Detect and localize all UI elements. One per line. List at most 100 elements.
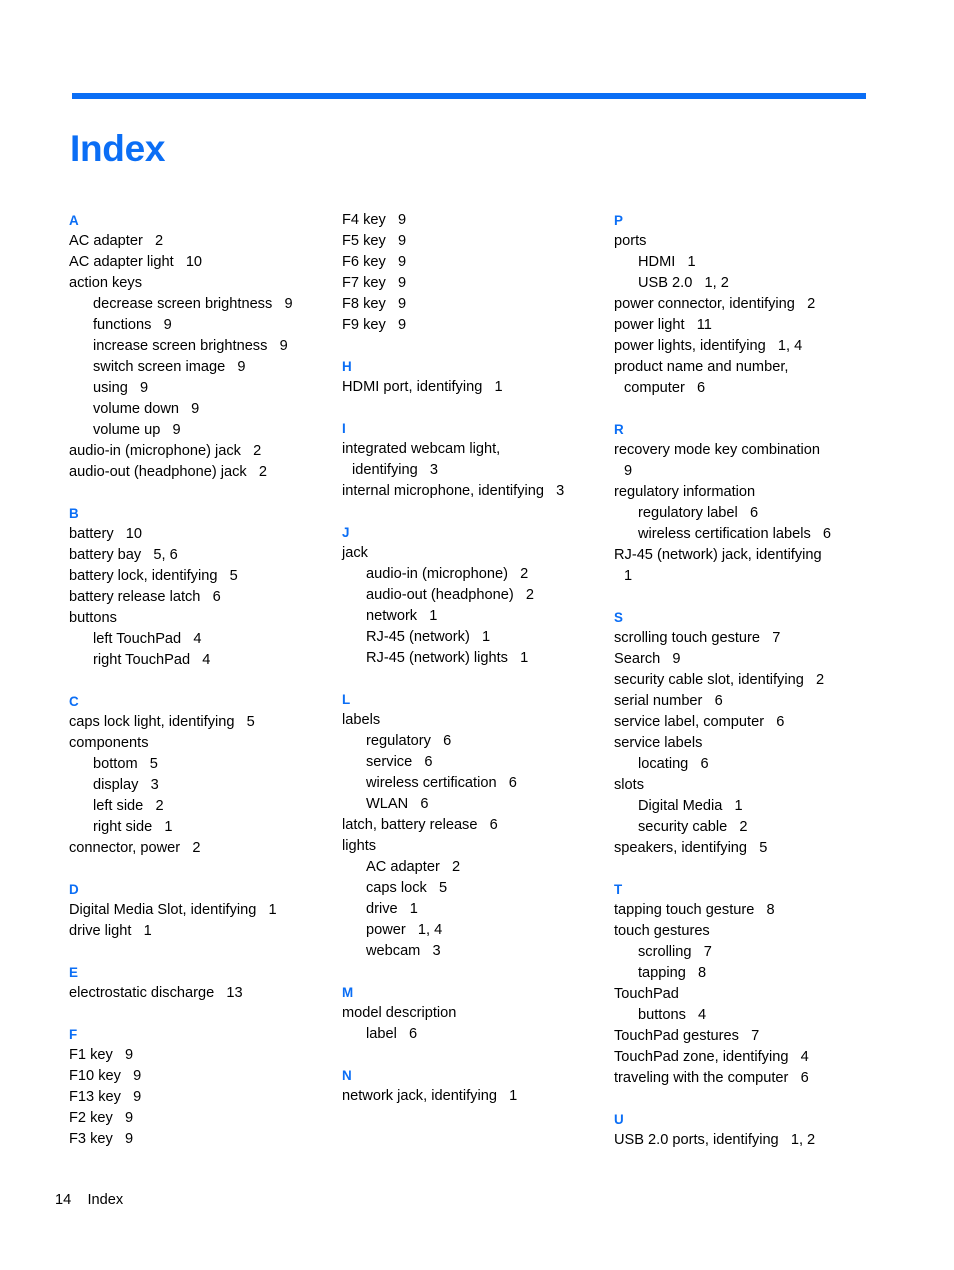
- index-entry[interactable]: recovery mode key combination 9: [614, 440, 904, 482]
- index-entry[interactable]: components: [69, 733, 331, 754]
- index-entry[interactable]: F1 key 9: [69, 1045, 331, 1066]
- index-entry[interactable]: integrated webcam light, identifying 3: [342, 439, 610, 481]
- index-entry[interactable]: scrolling touch gesture 7: [614, 628, 904, 649]
- index-subentry[interactable]: switch screen image 9: [69, 357, 331, 378]
- index-entry[interactable]: caps lock light, identifying 5: [69, 712, 331, 733]
- index-entry[interactable]: lights: [342, 836, 610, 857]
- index-subentry[interactable]: left side 2: [69, 796, 331, 817]
- index-entry[interactable]: buttons: [69, 608, 331, 629]
- index-entry[interactable]: AC adapter light 10: [69, 252, 331, 273]
- index-entry-text: RJ-45 (network): [366, 629, 470, 645]
- index-entry[interactable]: speakers, identifying 5: [614, 838, 904, 859]
- index-subentry[interactable]: WLAN 6: [342, 794, 610, 815]
- index-entry[interactable]: latch, battery release 6: [342, 815, 610, 836]
- index-entry[interactable]: F6 key 9: [342, 252, 610, 273]
- index-subentry[interactable]: regulatory 6: [342, 731, 610, 752]
- index-subentry[interactable]: wireless certification 6: [342, 773, 610, 794]
- index-subentry[interactable]: regulatory label 6: [614, 503, 904, 524]
- index-entry[interactable]: F8 key 9: [342, 294, 610, 315]
- index-entry[interactable]: touch gestures: [614, 921, 904, 942]
- index-subentry[interactable]: AC adapter 2: [342, 857, 610, 878]
- index-subentry[interactable]: display 3: [69, 775, 331, 796]
- index-subentry[interactable]: bottom 5: [69, 754, 331, 775]
- index-entry[interactable]: HDMI port, identifying 1: [342, 377, 610, 398]
- index-subentry[interactable]: USB 2.0 1, 2: [614, 273, 904, 294]
- index-entry[interactable]: tapping touch gesture 8: [614, 900, 904, 921]
- index-entry[interactable]: power connector, identifying 2: [614, 294, 904, 315]
- index-subentry[interactable]: Digital Media 1: [614, 796, 904, 817]
- index-section: H HDMI port, identifying 1: [342, 356, 610, 398]
- index-entry[interactable]: F10 key 9: [69, 1066, 331, 1087]
- index-entry[interactable]: Digital Media Slot, identifying 1: [69, 900, 331, 921]
- index-subentry[interactable]: functions 9: [69, 315, 331, 336]
- index-entry[interactable]: electrostatic discharge 13: [69, 983, 331, 1004]
- index-entry[interactable]: service labels: [614, 733, 904, 754]
- index-entry[interactable]: Search 9: [614, 649, 904, 670]
- index-entry[interactable]: TouchPad gestures 7: [614, 1026, 904, 1047]
- index-subentry[interactable]: audio-out (headphone) 2: [342, 585, 610, 606]
- index-entry[interactable]: audio-in (microphone) jack 2: [69, 441, 331, 462]
- index-entry[interactable]: drive light 1: [69, 921, 331, 942]
- index-entry[interactable]: product name and number, computer 6: [614, 357, 904, 399]
- index-subentry[interactable]: RJ-45 (network) 1: [342, 627, 610, 648]
- index-subentry[interactable]: buttons 4: [614, 1005, 904, 1026]
- index-entry[interactable]: service label, computer 6: [614, 712, 904, 733]
- index-entry[interactable]: battery lock, identifying 5: [69, 566, 331, 587]
- index-subentry[interactable]: left TouchPad 4: [69, 629, 331, 650]
- index-entry[interactable]: battery 10: [69, 524, 331, 545]
- index-entry[interactable]: F7 key 9: [342, 273, 610, 294]
- index-entry[interactable]: jack: [342, 543, 610, 564]
- index-subentry[interactable]: volume up 9: [69, 420, 331, 441]
- index-subentry[interactable]: tapping 8: [614, 963, 904, 984]
- index-subentry[interactable]: power 1, 4: [342, 920, 610, 941]
- index-subentry[interactable]: scrolling 7: [614, 942, 904, 963]
- index-subentry[interactable]: locating 6: [614, 754, 904, 775]
- index-subentry[interactable]: right side 1: [69, 817, 331, 838]
- index-entry[interactable]: ports: [614, 231, 904, 252]
- index-subentry[interactable]: audio-in (microphone) 2: [342, 564, 610, 585]
- index-subentry[interactable]: increase screen brightness 9: [69, 336, 331, 357]
- index-entry[interactable]: power lights, identifying 1, 4: [614, 336, 904, 357]
- index-subentry[interactable]: using 9: [69, 378, 331, 399]
- index-subentry[interactable]: network 1: [342, 606, 610, 627]
- index-entry[interactable]: TouchPad zone, identifying 4: [614, 1047, 904, 1068]
- index-subentry[interactable]: right TouchPad 4: [69, 650, 331, 671]
- index-entry[interactable]: F4 key 9: [342, 210, 610, 231]
- index-subentry[interactable]: decrease screen brightness 9: [69, 294, 331, 315]
- index-subentry[interactable]: webcam 3: [342, 941, 610, 962]
- index-entry[interactable]: F5 key 9: [342, 231, 610, 252]
- index-entry[interactable]: slots: [614, 775, 904, 796]
- index-entry[interactable]: security cable slot, identifying 2: [614, 670, 904, 691]
- index-entry[interactable]: battery release latch 6: [69, 587, 331, 608]
- index-subentry[interactable]: HDMI 1: [614, 252, 904, 273]
- index-entry-text: label: [366, 1026, 397, 1042]
- index-entry[interactable]: serial number 6: [614, 691, 904, 712]
- index-entry[interactable]: power light 11: [614, 315, 904, 336]
- index-subentry[interactable]: caps lock 5: [342, 878, 610, 899]
- index-entry[interactable]: F9 key 9: [342, 315, 610, 336]
- index-entry[interactable]: RJ-45 (network) jack, identifying 1: [614, 545, 904, 587]
- index-entry[interactable]: AC adapter 2: [69, 231, 331, 252]
- index-subentry[interactable]: volume down 9: [69, 399, 331, 420]
- index-subentry[interactable]: drive 1: [342, 899, 610, 920]
- index-entry[interactable]: connector, power 2: [69, 838, 331, 859]
- index-entry[interactable]: F2 key 9: [69, 1108, 331, 1129]
- index-entry[interactable]: model description: [342, 1003, 610, 1024]
- index-entry[interactable]: battery bay 5, 6: [69, 545, 331, 566]
- index-entry[interactable]: F13 key 9: [69, 1087, 331, 1108]
- index-subentry[interactable]: RJ-45 (network) lights 1: [342, 648, 610, 669]
- index-entry[interactable]: internal microphone, identifying 3: [342, 481, 610, 502]
- index-subentry[interactable]: service 6: [342, 752, 610, 773]
- index-entry[interactable]: audio-out (headphone) jack 2: [69, 462, 331, 483]
- index-entry[interactable]: TouchPad: [614, 984, 904, 1005]
- index-entry[interactable]: labels: [342, 710, 610, 731]
- index-subentry[interactable]: security cable 2: [614, 817, 904, 838]
- index-entry[interactable]: regulatory information: [614, 482, 904, 503]
- index-entry[interactable]: F3 key 9: [69, 1129, 331, 1150]
- index-entry[interactable]: network jack, identifying 1: [342, 1086, 610, 1107]
- index-entry[interactable]: USB 2.0 ports, identifying 1, 2: [614, 1130, 904, 1151]
- index-subentry[interactable]: wireless certification labels 6: [614, 524, 904, 545]
- index-entry[interactable]: traveling with the computer 6: [614, 1068, 904, 1089]
- index-subentry[interactable]: label 6: [342, 1024, 610, 1045]
- index-entry[interactable]: action keys: [69, 273, 331, 294]
